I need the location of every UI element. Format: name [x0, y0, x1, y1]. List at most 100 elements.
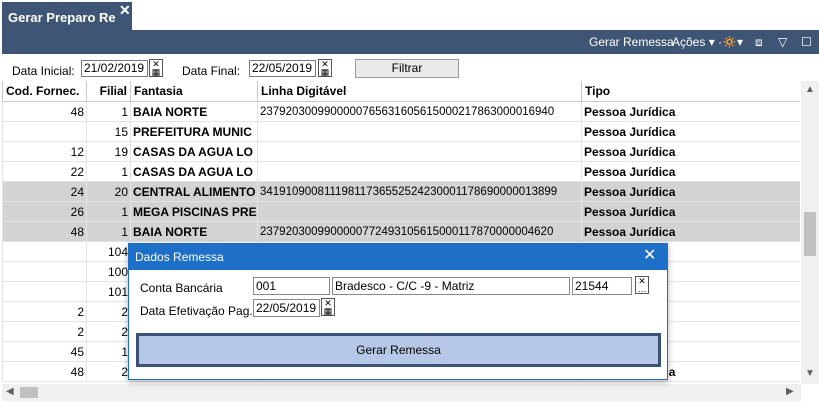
- tab-bar: Gerar Preparo Re ✕: [0, 0, 819, 30]
- cell-cod-fornec[interactable]: 26: [2, 201, 87, 222]
- layout-settings-icon[interactable]: ·🔅▾: [718, 35, 743, 49]
- cell-fantasia[interactable]: CENTRAL ALIMENTO: [130, 181, 258, 202]
- cell-cod-fornec[interactable]: 45: [2, 341, 87, 362]
- cell-cod-fornec[interactable]: 48: [2, 361, 87, 382]
- cell-linha-digitavel[interactable]: 2379203009900000765631605615000217863000…: [257, 101, 582, 122]
- table-row[interactable]: 22 1 CASAS DA AGUA LO Pessoa Jurídica: [2, 161, 800, 182]
- cell-filial[interactable]: 20: [86, 181, 131, 202]
- cell-filial[interactable]: 2: [86, 361, 131, 382]
- table-row[interactable]: 12 19 CASAS DA AGUA LO Pessoa Jurídica: [2, 141, 800, 162]
- data-final-label: Data Final:: [182, 64, 241, 78]
- scroll-right-icon[interactable]: ▶: [786, 386, 794, 397]
- cell-filial[interactable]: 1: [86, 221, 131, 242]
- dialog-title: Dados Remessa: [135, 250, 224, 264]
- cell-cod-fornec[interactable]: [2, 121, 87, 142]
- table-row[interactable]: 24 20 CENTRAL ALIMENTO 34191090081119811736…: [2, 181, 800, 202]
- cell-cod-fornec[interactable]: 2: [2, 301, 87, 322]
- cell-tipo[interactable]: Pessoa Jurídica: [581, 161, 800, 182]
- acoes-menu[interactable]: Ações ▾: [672, 35, 715, 49]
- cell-cod-fornec[interactable]: 48: [2, 221, 87, 242]
- calendar-icon[interactable]: ✕ ▦: [321, 298, 335, 316]
- data-inicial-input[interactable]: 21/02/2019: [81, 60, 148, 77]
- calendar-icon[interactable]: ✕ ▦: [149, 59, 163, 77]
- col-header[interactable]: Tipo: [581, 81, 800, 102]
- table-row[interactable]: 48 1 BAIA NORTE 237920300990000077249310561…: [2, 221, 800, 242]
- window-icon[interactable]: ⧈: [755, 35, 763, 50]
- cell-linha-digitavel[interactable]: [257, 201, 582, 222]
- cell-filial[interactable]: 1: [86, 201, 131, 222]
- checkbox-icon[interactable]: ☐: [801, 35, 812, 49]
- cell-linha-digitavel[interactable]: [257, 121, 582, 142]
- cell-linha-digitavel[interactable]: [257, 141, 582, 162]
- cell-fantasia[interactable]: BAIA NORTE: [130, 101, 258, 122]
- tab-title: Gerar Preparo Re: [8, 10, 116, 25]
- cell-filial[interactable]: 100: [86, 261, 131, 282]
- cell-linha-digitavel[interactable]: 3419109008111981173655252423000117869000…: [257, 181, 582, 202]
- cell-filial[interactable]: 1: [86, 101, 131, 122]
- data-efetivacao-label: Data Efetivação Pag.:: [140, 304, 257, 318]
- table-row[interactable]: 15 PREFEITURA MUNIC Pessoa Jurídica: [2, 121, 800, 142]
- cell-linha-digitavel[interactable]: 2379203009900000772493105615000117870000…: [257, 221, 582, 242]
- cell-cod-fornec[interactable]: 24: [2, 181, 87, 202]
- conta-description-field[interactable]: Bradesco - C/C -9 - Matriz: [332, 277, 570, 295]
- cell-fantasia[interactable]: PREFEITURA MUNIC: [130, 121, 258, 142]
- col-header[interactable]: Cod. Fornec.: [2, 81, 87, 102]
- cell-cod-fornec[interactable]: 12: [2, 141, 87, 162]
- col-header[interactable]: Fantasia: [130, 81, 258, 102]
- cell-linha-digitavel[interactable]: [257, 161, 582, 182]
- cell-tipo[interactable]: Pessoa Jurídica: [581, 121, 800, 142]
- cell-fantasia[interactable]: CASAS DA AGUA LO: [130, 141, 258, 162]
- data-efetivacao-input[interactable]: 22/05/2019: [253, 299, 320, 317]
- cell-filial[interactable]: 104: [86, 241, 131, 262]
- toolbar: Gerar Remessa Ações ▾ ·🔅▾ ⧈ ▽ ☐: [2, 30, 819, 54]
- close-icon[interactable]: ✕: [119, 3, 131, 17]
- table-row[interactable]: 26 1 MEGA PISCINAS PRE Pessoa Jurídica: [2, 201, 800, 222]
- filtrar-button[interactable]: Filtrar: [355, 59, 459, 78]
- conta-code-field[interactable]: 001: [253, 277, 330, 295]
- cell-filial[interactable]: 1: [86, 161, 131, 182]
- cell-fantasia[interactable]: MEGA PISCINAS PRE: [130, 201, 258, 222]
- cell-filial[interactable]: 1: [86, 341, 131, 362]
- dialog-titlebar: Dados Remessa ✕: [129, 244, 667, 270]
- cell-tipo[interactable]: Pessoa Jurídica: [581, 101, 800, 122]
- horizontal-scrollbar[interactable]: ◀ ▶: [2, 384, 801, 401]
- scroll-up-icon[interactable]: ▲: [805, 84, 815, 95]
- scroll-left-icon[interactable]: ◀: [6, 386, 14, 397]
- cell-cod-fornec[interactable]: 22: [2, 161, 87, 182]
- cell-cod-fornec[interactable]: [2, 281, 87, 302]
- lookup-icon[interactable]: ✕…: [635, 276, 649, 294]
- col-header[interactable]: Filial: [86, 81, 131, 102]
- gerar-remessa-button[interactable]: Gerar Remessa: [136, 333, 661, 367]
- scroll-thumb[interactable]: [20, 387, 38, 398]
- cell-filial[interactable]: 2: [86, 321, 131, 342]
- dados-remessa-dialog: Dados Remessa ✕ Conta Bancária 001 Brade…: [128, 243, 668, 380]
- cell-fantasia[interactable]: CASAS DA AGUA LO: [130, 161, 258, 182]
- cell-tipo[interactable]: Pessoa Jurídica: [581, 141, 800, 162]
- cell-filial[interactable]: 101: [86, 281, 131, 302]
- calendar-icon[interactable]: ✕ ▦: [318, 59, 332, 77]
- cell-fantasia[interactable]: BAIA NORTE: [130, 221, 258, 242]
- table-row[interactable]: 48 1 BAIA NORTE 237920300990000076563160561…: [2, 101, 800, 122]
- cell-filial[interactable]: 19: [86, 141, 131, 162]
- cell-tipo[interactable]: Pessoa Jurídica: [581, 201, 800, 222]
- cell-cod-fornec[interactable]: [2, 241, 87, 262]
- col-header[interactable]: Linha Digitável: [257, 81, 582, 102]
- cell-filial[interactable]: 15: [86, 121, 131, 142]
- scroll-thumb[interactable]: [804, 212, 816, 256]
- acoes-label: Ações: [672, 35, 706, 49]
- tab-gerar-preparo[interactable]: Gerar Preparo Re ✕: [2, 2, 132, 30]
- scroll-down-icon[interactable]: ▼: [805, 368, 815, 379]
- gerar-remessa-toolbar-button[interactable]: Gerar Remessa: [589, 35, 674, 49]
- chevron-down-icon: ▾: [708, 35, 715, 49]
- cell-tipo[interactable]: Pessoa Jurídica: [581, 181, 800, 202]
- cell-cod-fornec[interactable]: 48: [2, 101, 87, 122]
- close-icon[interactable]: ✕: [643, 247, 656, 265]
- filter-icon[interactable]: ▽: [778, 35, 787, 49]
- cell-cod-fornec[interactable]: [2, 261, 87, 282]
- cell-tipo[interactable]: Pessoa Jurídica: [581, 221, 800, 242]
- vertical-scrollbar[interactable]: ▲ ▼: [801, 81, 819, 384]
- cell-cod-fornec[interactable]: 2: [2, 321, 87, 342]
- cell-filial[interactable]: 2: [86, 301, 131, 322]
- conta-number-field[interactable]: 21544: [572, 277, 632, 295]
- data-final-input[interactable]: 22/05/2019: [249, 60, 316, 77]
